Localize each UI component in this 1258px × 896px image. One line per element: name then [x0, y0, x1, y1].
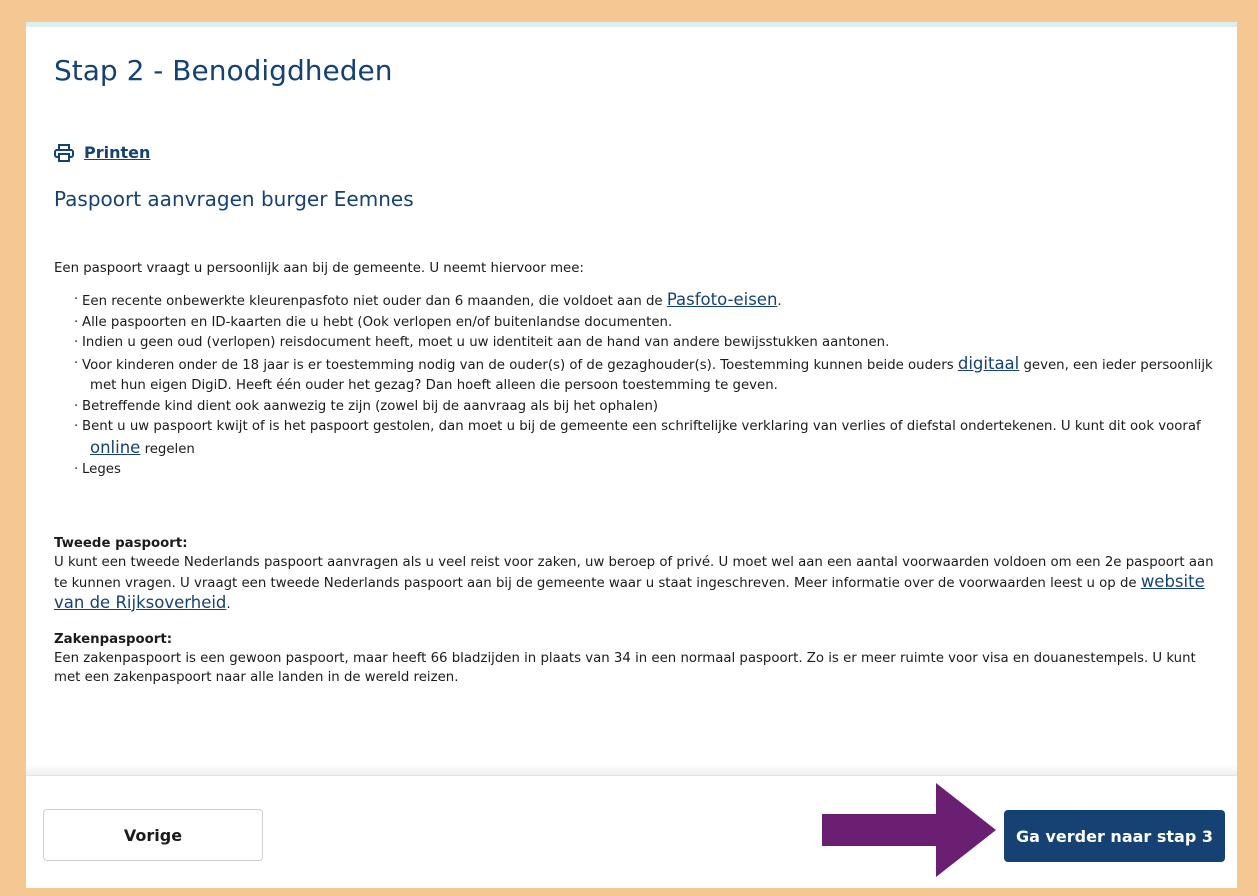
list-item: · Alle paspoorten en ID-kaarten die u heb…: [74, 314, 673, 330]
next-step-button[interactable]: Ga verder naar stap 3: [1004, 810, 1225, 862]
list-item: · Een recente onbewerkte kleurenpasfoto n…: [74, 290, 782, 309]
intro-text: Een paspoort vraagt u persoonlijk aan bi…: [54, 261, 584, 276]
tweede-paspoort-section: Tweede paspoort: U kunt een tweede Neder…: [54, 534, 1224, 614]
footer-divider: [26, 765, 1237, 775]
zakenpaspoort-text: Een zakenpaspoort is een gewoon paspoort…: [54, 650, 1196, 685]
previous-button[interactable]: Vorige: [43, 809, 263, 861]
printer-icon: [54, 143, 74, 162]
list-item: · Voor kinderen onder de 18 jaar is er to…: [74, 353, 1213, 394]
list-item: · Betreffende kind dient ook aanwezig te …: [74, 398, 659, 414]
online-link[interactable]: online: [90, 438, 140, 457]
digitaal-link[interactable]: digitaal: [958, 354, 1019, 373]
section-subtitle: Paspoort aanvragen burger Eemnes: [54, 187, 414, 211]
pasfoto-eisen-link[interactable]: Pasfoto-eisen: [667, 290, 778, 309]
print-label: Printen: [84, 143, 151, 162]
zakenpaspoort-heading: Zakenpaspoort:: [54, 631, 173, 647]
page-title: Stap 2 - Benodigdheden: [54, 54, 393, 87]
main-content: Een paspoort vraagt u persoonlijk aan bi…: [54, 259, 1224, 687]
requirements-list: · Een recente onbewerkte kleurenpasfoto n…: [54, 290, 1224, 481]
right-arrow-annotation: [822, 783, 996, 877]
list-item: · Leges: [74, 462, 121, 477]
list-item: · Indien u geen oud (verlopen) reisdocume…: [74, 335, 890, 350]
content-panel: Stap 2 - Benodigdheden Printen Paspoort …: [26, 22, 1237, 775]
print-link[interactable]: Printen: [54, 143, 150, 162]
zakenpaspoort-section: Zakenpaspoort: Een zakenpaspoort is een …: [54, 630, 1224, 687]
list-item: · Bent u uw paspoort kwijt of is het pasp…: [74, 419, 1201, 457]
tweede-paspoort-heading: Tweede paspoort:: [54, 535, 188, 551]
